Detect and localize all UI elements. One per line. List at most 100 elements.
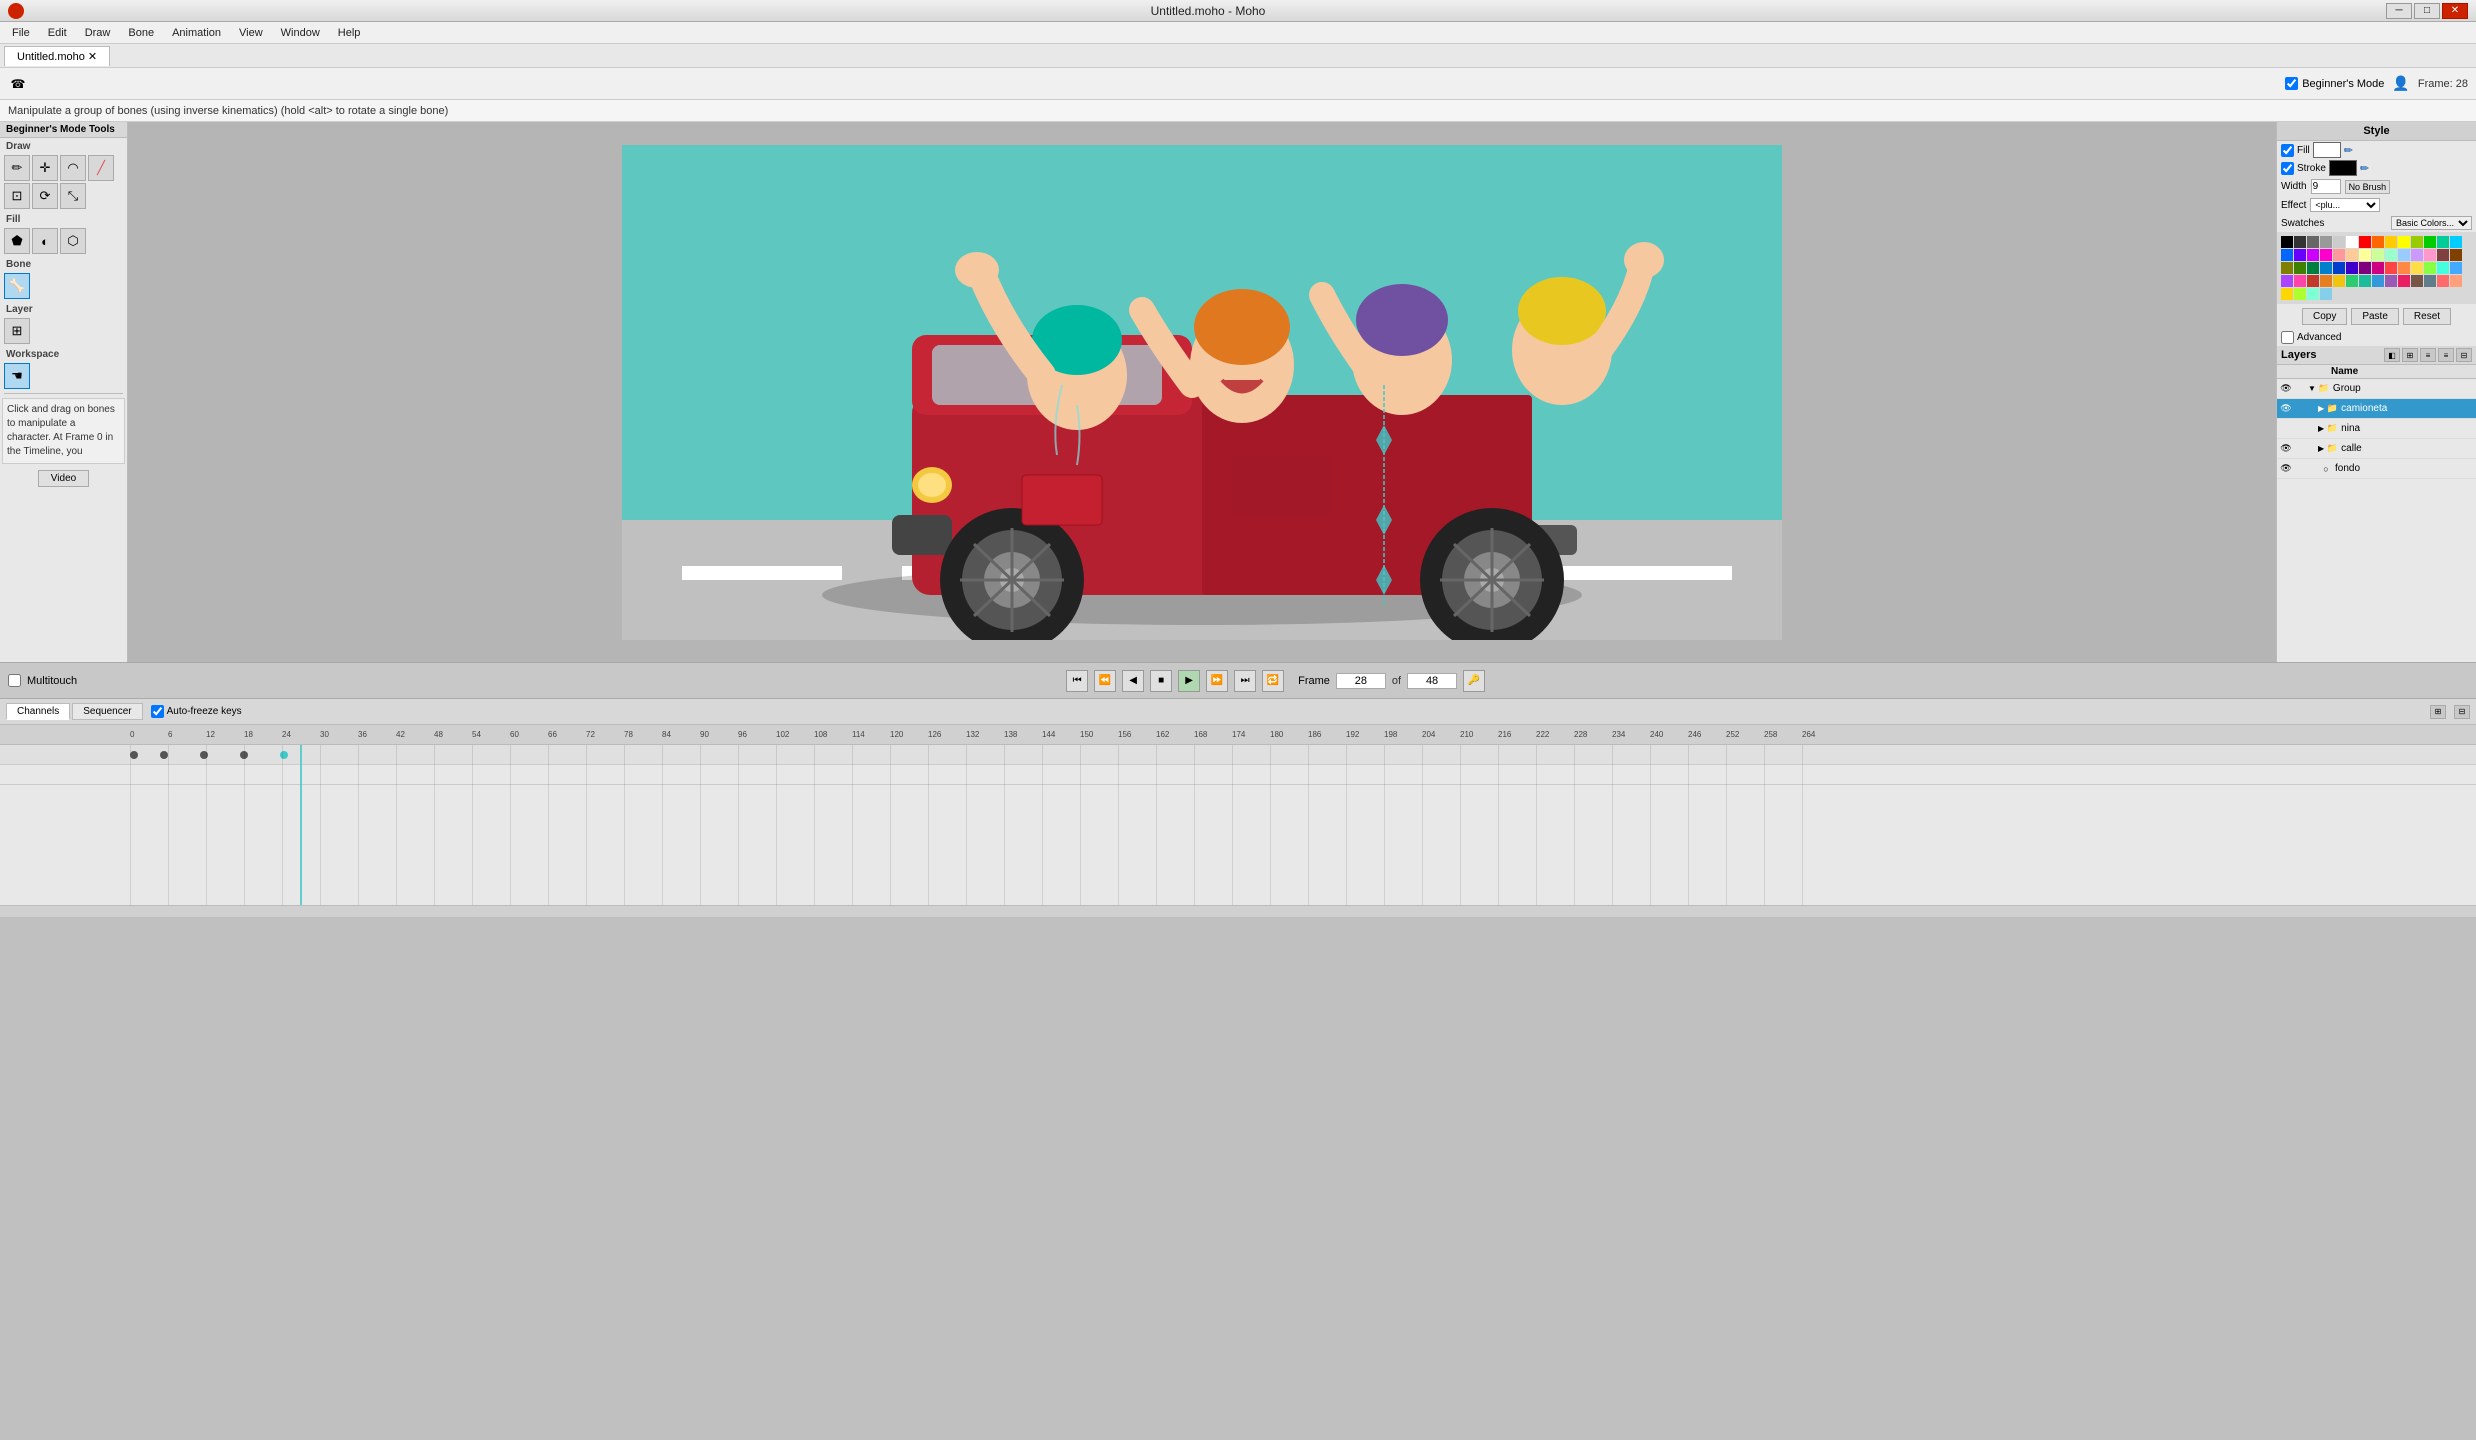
menu-edit[interactable]: Edit — [40, 25, 75, 41]
menu-animation[interactable]: Animation — [164, 25, 229, 41]
swatch-cell[interactable] — [2385, 249, 2397, 261]
swatch-cell[interactable] — [2411, 236, 2423, 248]
swatch-cell[interactable] — [2437, 236, 2449, 248]
swatch-cell[interactable] — [2346, 236, 2358, 248]
bone-tool-1[interactable]: 🦴 — [4, 273, 30, 299]
swatch-cell[interactable] — [2372, 249, 2384, 261]
swatch-cell[interactable] — [2294, 262, 2306, 274]
loop-button[interactable]: 🔁 — [1262, 670, 1284, 692]
swatch-cell[interactable] — [2424, 249, 2436, 261]
timeline-tracks[interactable] — [0, 745, 2476, 905]
swatch-cell[interactable] — [2281, 236, 2293, 248]
layer-eye-nina[interactable] — [2279, 422, 2293, 436]
layers-icon-3[interactable]: ≡ — [2420, 348, 2436, 362]
swatch-cell[interactable] — [2307, 236, 2319, 248]
layer-lock-group[interactable] — [2293, 382, 2307, 396]
layer-row-calle[interactable]: 👁 ▶ 📁 calle — [2277, 439, 2476, 459]
draw-tool-5[interactable]: ⊡ — [4, 183, 30, 209]
swatch-cell[interactable] — [2307, 262, 2319, 274]
swatch-cell[interactable] — [2359, 236, 2371, 248]
swatches-dropdown[interactable]: Basic Colors... — [2391, 216, 2472, 230]
play-back-button[interactable]: ◀ — [1122, 670, 1144, 692]
layers-icon-expand[interactable]: ⊟ — [2456, 348, 2472, 362]
swatch-cell[interactable] — [2424, 236, 2436, 248]
width-input[interactable] — [2311, 179, 2341, 194]
timeline-icon-1[interactable]: ⊞ — [2430, 705, 2446, 719]
swatch-cell[interactable] — [2320, 236, 2332, 248]
play-button[interactable]: ▶ — [1178, 670, 1200, 692]
swatch-cell[interactable] — [2346, 249, 2358, 261]
beginner-mode-checkbox[interactable] — [2285, 77, 2298, 90]
draw-tool-2[interactable]: ✛ — [32, 155, 58, 181]
no-brush-button[interactable]: No Brush — [2345, 180, 2391, 194]
swatch-cell[interactable] — [2320, 249, 2332, 261]
layer-row-group[interactable]: 👁 ▼ 📁 Group — [2277, 379, 2476, 399]
swatch-cell[interactable] — [2398, 236, 2410, 248]
menu-help[interactable]: Help — [330, 25, 369, 41]
swatch-cell[interactable] — [2372, 262, 2384, 274]
swatch-cell[interactable] — [2281, 288, 2293, 300]
swatch-cell[interactable] — [2398, 262, 2410, 274]
stroke-checkbox[interactable] — [2281, 162, 2294, 175]
swatch-cell[interactable] — [2450, 262, 2462, 274]
layer-lock-fondo[interactable] — [2293, 462, 2307, 476]
document-tab[interactable]: Untitled.moho ✕ — [4, 46, 110, 66]
menu-view[interactable]: View — [231, 25, 271, 41]
layer-expand-group[interactable]: ▼ — [2308, 384, 2316, 393]
swatch-cell[interactable] — [2450, 275, 2462, 287]
draw-tool-7[interactable]: ⤡ — [60, 183, 86, 209]
swatch-cell[interactable] — [2372, 236, 2384, 248]
swatch-cell[interactable] — [2411, 262, 2423, 274]
fill-color-swatch[interactable] — [2313, 142, 2341, 158]
swatch-cell[interactable] — [2346, 275, 2358, 287]
effect-select[interactable]: <plu... — [2310, 198, 2380, 212]
swatch-cell[interactable] — [2372, 275, 2384, 287]
paste-button[interactable]: Paste — [2351, 308, 2399, 325]
draw-tool-4[interactable]: ╱ — [88, 155, 114, 181]
layers-icon-1[interactable]: ◧ — [2384, 348, 2400, 362]
multitouch-checkbox[interactable] — [8, 674, 21, 687]
copy-button[interactable]: Copy — [2302, 308, 2347, 325]
swatch-cell[interactable] — [2333, 249, 2345, 261]
layer-lock-nina[interactable] — [2293, 422, 2307, 436]
swatch-cell[interactable] — [2281, 275, 2293, 287]
menu-draw[interactable]: Draw — [77, 25, 119, 41]
swatch-cell[interactable] — [2307, 249, 2319, 261]
go-end-button[interactable]: ⏭ — [1234, 670, 1256, 692]
layer-row-camioneta[interactable]: 👁 ▶ 📁 camioneta — [2277, 399, 2476, 419]
minimize-button[interactable]: ─ — [2386, 3, 2412, 19]
frame-number-input[interactable] — [1336, 673, 1386, 689]
layer-row-fondo[interactable]: 👁 ○ fondo — [2277, 459, 2476, 479]
maximize-button[interactable]: □ — [2414, 3, 2440, 19]
stroke-color-swatch[interactable] — [2329, 160, 2357, 176]
draw-tool-6[interactable]: ⟳ — [32, 183, 58, 209]
sequencer-tab[interactable]: Sequencer — [72, 703, 142, 720]
draw-tool-1[interactable]: ✏ — [4, 155, 30, 181]
swatch-cell[interactable] — [2333, 275, 2345, 287]
swatch-cell[interactable] — [2320, 275, 2332, 287]
swatch-cell[interactable] — [2411, 249, 2423, 261]
swatch-cell[interactable] — [2450, 236, 2462, 248]
swatch-cell[interactable] — [2307, 288, 2319, 300]
swatch-cell[interactable] — [2281, 262, 2293, 274]
layer-eye-fondo[interactable]: 👁 — [2279, 462, 2293, 476]
swatch-cell[interactable] — [2320, 262, 2332, 274]
stop-button[interactable]: ■ — [1150, 670, 1172, 692]
layer-lock-calle[interactable] — [2293, 442, 2307, 456]
swatch-cell[interactable] — [2411, 275, 2423, 287]
layer-lock-camioneta[interactable] — [2293, 402, 2307, 416]
swatch-cell[interactable] — [2294, 249, 2306, 261]
swatch-cell[interactable] — [2437, 249, 2449, 261]
next-frame-button[interactable]: ⏩ — [1206, 670, 1228, 692]
swatch-cell[interactable] — [2346, 262, 2358, 274]
layers-icon-4[interactable]: ≡ — [2438, 348, 2454, 362]
swatch-cell[interactable] — [2294, 236, 2306, 248]
stroke-edit-icon[interactable]: ✏ — [2360, 162, 2369, 175]
total-frames-input[interactable] — [1407, 673, 1457, 689]
layer-expand-calle[interactable]: ▶ — [2318, 444, 2324, 453]
swatch-cell[interactable] — [2359, 262, 2371, 274]
user-icon[interactable]: 👤 — [2392, 75, 2409, 92]
fill-checkbox[interactable] — [2281, 144, 2294, 157]
swatch-cell[interactable] — [2424, 262, 2436, 274]
prev-frame-button[interactable]: ⏪ — [1094, 670, 1116, 692]
